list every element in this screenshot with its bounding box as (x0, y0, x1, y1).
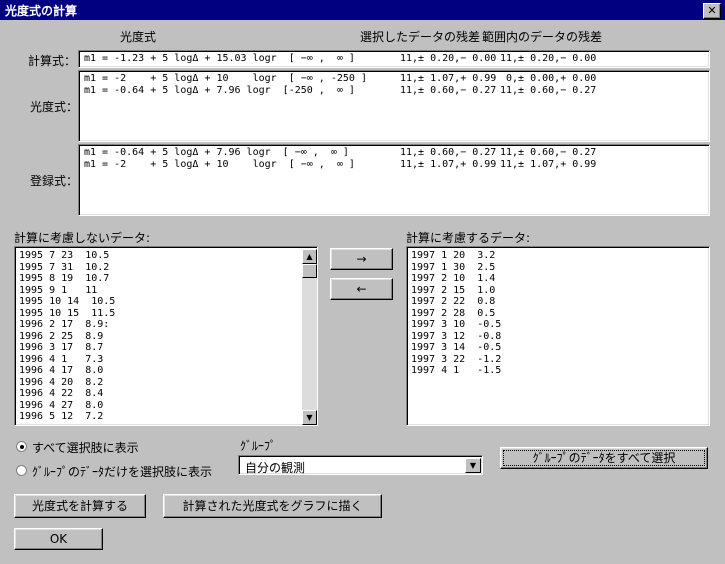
ok-button[interactable]: OK (14, 528, 103, 550)
list-item[interactable]: 1997 4 1 -1.5 (411, 365, 701, 377)
registered-selected-residual: 11,± 0.60,− 0.27 (400, 147, 497, 158)
photometric-label: 光度式： (30, 100, 79, 114)
calc-selected-residual: 11,± 0.20,− 0.00 (400, 53, 497, 64)
list-item[interactable]: 1996 4 1 7.3 (19, 354, 299, 366)
photometric-selected-residual: 11,± 1.07,+ 0.99 (400, 73, 497, 84)
list-item[interactable]: 1997 1 20 3.2 (411, 250, 701, 262)
list-item[interactable]: 1997 3 10 -0.5 (411, 319, 701, 331)
calc-label: 計算式： (28, 54, 77, 68)
registered-label: 登録式： (30, 174, 79, 188)
photometric-range-residual: 0,± 0.00,+ 0.00 (500, 73, 597, 84)
header-range-residual: 範囲内のデータの残差 (482, 30, 603, 44)
group-label: ｸﾞﾙｰﾌﾟ (240, 439, 277, 453)
list-item[interactable]: 1995 7 31 10.2 (19, 262, 299, 274)
list-item[interactable]: 1996 3 17 8.7 (19, 342, 299, 354)
excluded-label: 計算に考慮しないデータ: (14, 231, 151, 245)
excluded-data-list[interactable]: 1995 7 23 10.5 1995 7 31 10.2 1995 8 19 10… (14, 246, 318, 426)
list-item[interactable]: 1997 2 10 1.4 (411, 273, 701, 285)
photometric-range-residual: 11,± 0.60,− 0.27 (500, 85, 597, 96)
radio-selected-dot (20, 445, 24, 449)
compute-button[interactable]: 光度式を計算する (14, 494, 146, 518)
close-button[interactable]: ✕ (703, 3, 721, 19)
registered-range-residual: 11,± 0.60,− 0.27 (500, 147, 597, 158)
scroll-thumb[interactable] (302, 264, 317, 278)
chevron-down-icon[interactable]: ▼ (465, 458, 481, 473)
list-item[interactable]: 1997 1 30 2.5 (411, 262, 701, 274)
list-item[interactable]: 1995 10 14 10.5 (19, 296, 299, 308)
show-group-label[interactable]: ｸﾞﾙｰﾌﾟのﾃﾞｰﾀだけを選択肢に表示 (32, 463, 212, 480)
list-item[interactable]: 1997 3 22 -1.2 (411, 354, 701, 366)
select-all-group-button[interactable]: ｸﾞﾙｰﾌﾟのﾃﾞｰﾀをすべて選択 (500, 447, 708, 469)
window-title: 光度式の計算 (5, 4, 78, 18)
registered-formula[interactable]: m1 = -2 + 5 logΔ + 10 logr [ −∞ , ∞ ] (84, 159, 355, 170)
list-item[interactable]: 1996 2 17 8.9: (19, 319, 299, 331)
photometric-formula[interactable]: m1 = -0.64 + 5 logΔ + 7.96 logr [-250 , … (84, 85, 355, 96)
list-item[interactable]: 1996 4 27 8.0 (19, 400, 299, 412)
plot-button[interactable]: 計算された光度式をグラフに描く (163, 494, 382, 518)
header-formula: 光度式 (120, 30, 157, 44)
registered-list[interactable]: m1 = -0.64 + 5 logΔ + 7.96 logr [ −∞ , ∞… (78, 144, 710, 216)
list-item[interactable]: 1995 9 1 11 (19, 285, 299, 297)
registered-formula[interactable]: m1 = -0.64 + 5 logΔ + 7.96 logr [ −∞ , ∞… (84, 147, 349, 158)
scroll-up-button[interactable]: ▲ (302, 249, 317, 264)
registered-selected-residual: 11,± 1.07,+ 0.99 (400, 159, 497, 170)
included-label: 計算に考慮するデータ: (406, 231, 531, 245)
list-item[interactable]: 1996 4 22 8.4 (19, 388, 299, 400)
list-item[interactable]: 1996 2 25 8.9 (19, 331, 299, 343)
list-item[interactable]: 1997 3 12 -0.8 (411, 331, 701, 343)
group-select[interactable]: 自分の観測 ▼ (238, 455, 483, 475)
list-item[interactable]: 1996 4 17 8.0 (19, 365, 299, 377)
calc-formula-field: m1 = -1.23 + 5 logΔ + 15.03 logr [ −∞ , … (78, 50, 710, 68)
list-item[interactable]: 1997 2 15 1.0 (411, 285, 701, 297)
scroll-down-button[interactable]: ▼ (302, 410, 317, 425)
list-item[interactable]: 1997 3 14 -0.5 (411, 342, 701, 354)
show-group-radio[interactable] (16, 465, 27, 476)
calc-formula: m1 = -1.23 + 5 logΔ + 15.03 logr [ −∞ , … (84, 53, 355, 64)
show-all-label[interactable]: すべて選択肢に表示 (32, 439, 139, 456)
title-bar: 光度式の計算 ✕ (0, 0, 725, 20)
group-selected-value: 自分の観測 (245, 461, 306, 475)
show-all-radio[interactable] (16, 441, 27, 452)
list-item[interactable]: 1995 10 15 11.5 (19, 308, 299, 320)
calc-range-residual: 11,± 0.20,− 0.00 (500, 53, 597, 64)
list-item[interactable]: 1995 8 19 10.7 (19, 273, 299, 285)
photometric-selected-residual: 11,± 0.60,− 0.27 (400, 85, 497, 96)
header-selected-residual: 選択したデータの残差 (360, 30, 481, 44)
photometric-list[interactable]: m1 = -2 + 5 logΔ + 10 logr [ −∞ , -250 ]… (78, 70, 710, 142)
list-item[interactable]: 1996 4 20 8.2 (19, 377, 299, 389)
list-item[interactable]: 1996 5 12 7.2 (19, 411, 299, 422)
move-left-button[interactable]: ← (330, 278, 393, 300)
move-right-button[interactable]: → (330, 248, 393, 270)
registered-range-residual: 11,± 1.07,+ 0.99 (500, 159, 597, 170)
included-data-list[interactable]: 1997 1 20 3.2 1997 1 30 2.5 1997 2 10 1.4 1… (406, 246, 710, 426)
photometric-formula[interactable]: m1 = -2 + 5 logΔ + 10 logr [ −∞ , -250 ] (84, 73, 367, 84)
list-item[interactable]: 1997 2 22 0.8 (411, 296, 701, 308)
list-item[interactable]: 1995 7 23 10.5 (19, 250, 299, 262)
list-item[interactable]: 1997 2 28 0.5 (411, 308, 701, 320)
